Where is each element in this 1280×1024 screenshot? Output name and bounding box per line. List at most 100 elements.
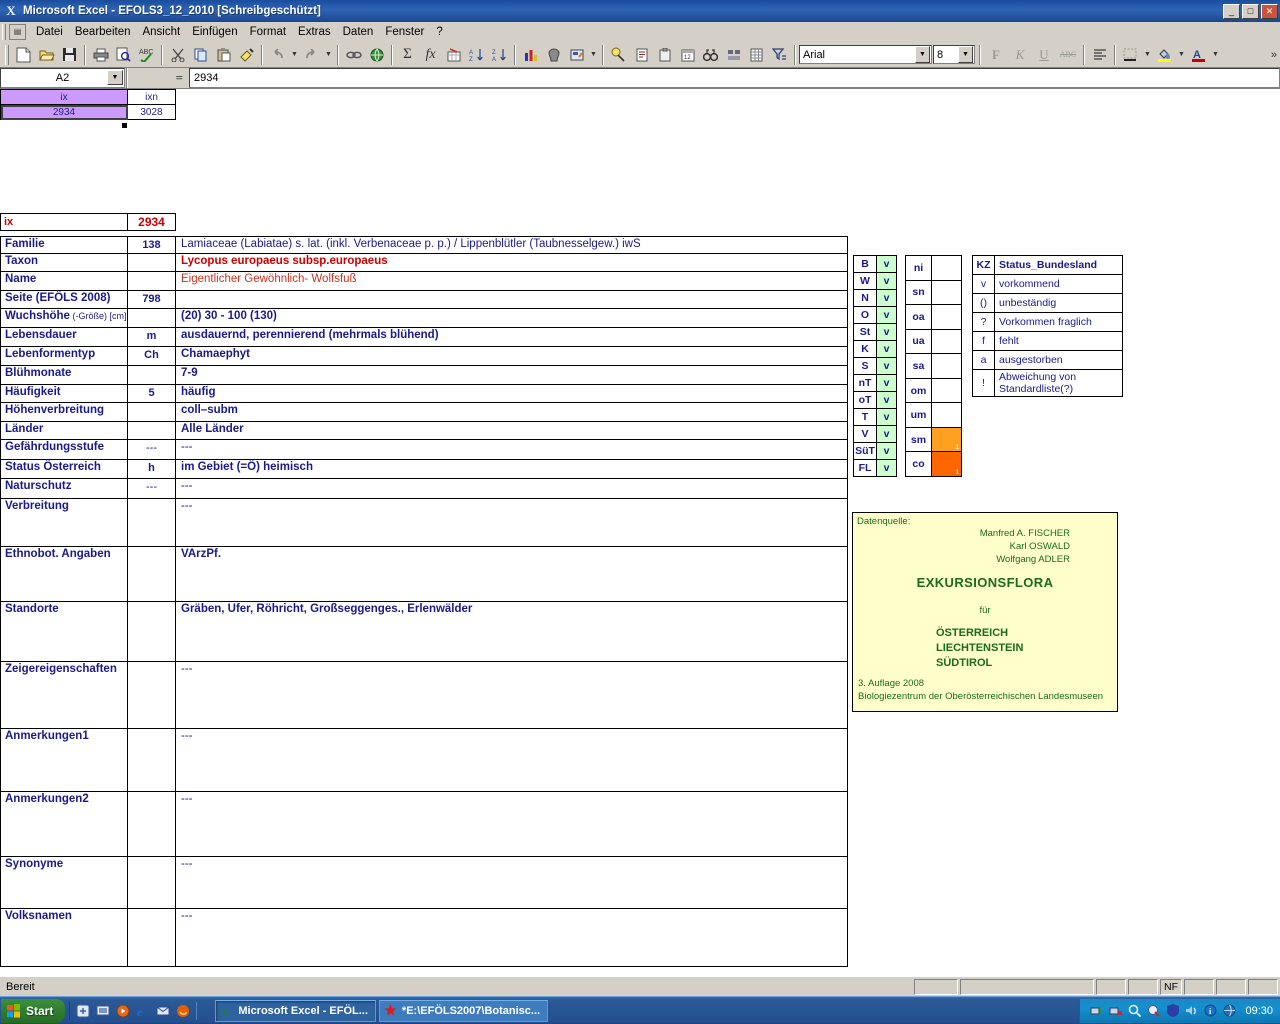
borders-icon[interactable] bbox=[1119, 44, 1142, 66]
taskbar-button-efoels2007[interactable]: *E:\EFÖLS2007\Botanisc... bbox=[378, 999, 549, 1022]
row-value-cell[interactable]: VArzPf. bbox=[175, 546, 848, 602]
ixn-value-cell[interactable]: 3028 bbox=[127, 104, 176, 120]
row-label-cell[interactable]: Häufigkeit bbox=[0, 384, 128, 403]
bundesland-status-cell[interactable]: v bbox=[876, 459, 897, 477]
row-value-cell[interactable]: Lamiaceae (Labiatae) s. lat. (inkl. Verb… bbox=[175, 236, 848, 254]
drawing-icon[interactable] bbox=[542, 44, 565, 66]
row-value-cell[interactable]: Chamaephyt bbox=[175, 346, 848, 366]
bundesland-status-cell[interactable]: v bbox=[876, 272, 897, 290]
borders-dropdown-arrow-icon[interactable]: ▼ bbox=[1142, 44, 1153, 66]
row-code-cell[interactable]: --- bbox=[127, 478, 176, 499]
row-value-cell[interactable]: Lycopus europaeus subsp.europaeus bbox=[175, 253, 848, 272]
region-status-cell[interactable] bbox=[931, 402, 962, 428]
row-label-cell[interactable]: Synonyme bbox=[0, 856, 128, 909]
row-value-cell[interactable]: Gräben, Ufer, Röhricht, Großseggenges., … bbox=[175, 601, 848, 662]
bundesland-code-cell[interactable]: FL bbox=[853, 459, 877, 477]
underline-button[interactable]: U bbox=[1032, 44, 1056, 66]
name-box[interactable]: A2 ▼ bbox=[0, 68, 125, 88]
bundesland-code-cell[interactable]: S bbox=[853, 357, 877, 375]
network-icon[interactable] bbox=[1089, 1003, 1104, 1018]
menu-ansicht[interactable]: Ansicht bbox=[136, 24, 186, 40]
format-painter-icon[interactable] bbox=[235, 44, 258, 66]
paste-icon[interactable] bbox=[212, 44, 235, 66]
region-status-cell[interactable]: 1 bbox=[931, 451, 962, 477]
row-label-cell[interactable]: Anmerkungen1 bbox=[0, 728, 128, 792]
menu-extras[interactable]: Extras bbox=[292, 24, 337, 40]
row-value-cell[interactable]: --- bbox=[175, 478, 848, 499]
row-value-cell[interactable]: --- bbox=[175, 908, 848, 967]
find-binoculars-icon[interactable] bbox=[699, 44, 722, 66]
paste-function-icon[interactable] bbox=[442, 44, 465, 66]
ix-label-cell[interactable]: ix bbox=[0, 213, 128, 231]
row-label-cell[interactable]: Seite (EFÖLS 2008) bbox=[0, 290, 128, 309]
firefox-icon[interactable] bbox=[174, 1002, 192, 1020]
spellcheck-icon[interactable]: ABC bbox=[135, 44, 158, 66]
font-color-icon[interactable]: A bbox=[1187, 44, 1210, 66]
row-value-cell[interactable]: 7-9 bbox=[175, 365, 848, 385]
globe-icon[interactable] bbox=[1222, 1003, 1237, 1018]
region-status-cell[interactable] bbox=[931, 328, 962, 355]
bundesland-status-cell[interactable]: v bbox=[876, 408, 897, 426]
font-name-combo[interactable]: Arial ▼ bbox=[799, 45, 932, 64]
row-value-cell[interactable]: --- bbox=[175, 439, 848, 460]
bundesland-code-cell[interactable]: B bbox=[853, 255, 877, 273]
font-size-dropdown-icon[interactable]: ▼ bbox=[958, 46, 973, 63]
menu-einfuegen[interactable]: Einfügen bbox=[186, 24, 243, 40]
formula-input[interactable]: 2934 bbox=[189, 68, 1280, 88]
info-icon[interactable]: i bbox=[1203, 1003, 1218, 1018]
ix-value-cell[interactable]: 2934 bbox=[127, 213, 176, 231]
row-value-cell[interactable]: --- bbox=[175, 498, 848, 547]
row-label-cell[interactable]: Lebensdauer bbox=[0, 327, 128, 347]
row-value-cell[interactable]: Alle Länder bbox=[175, 421, 848, 440]
bundesland-code-cell[interactable]: W bbox=[853, 272, 877, 290]
row-value-cell[interactable]: --- bbox=[175, 661, 848, 729]
row-label-cell[interactable]: Lebenformentyp bbox=[0, 346, 128, 366]
name-box-dropdown-icon[interactable]: ▼ bbox=[107, 70, 123, 85]
toolbar-more-arrow-icon[interactable]: ▼ bbox=[588, 44, 599, 66]
bundesland-status-cell[interactable]: v bbox=[876, 442, 897, 460]
ixn-header-cell[interactable]: ixn bbox=[127, 89, 176, 105]
row-label-cell[interactable]: Blühmonate bbox=[0, 365, 128, 385]
row-code-cell[interactable]: --- bbox=[127, 439, 176, 460]
menu-daten[interactable]: Daten bbox=[337, 24, 380, 40]
save-icon[interactable] bbox=[58, 44, 81, 66]
bundesland-status-cell[interactable]: v bbox=[876, 323, 897, 341]
redo-dropdown-arrow-icon[interactable]: ▼ bbox=[323, 44, 334, 66]
region-status-cell[interactable] bbox=[931, 304, 962, 330]
row-code-cell[interactable]: 138 bbox=[127, 236, 176, 254]
row-code-cell[interactable] bbox=[127, 402, 176, 422]
clipboard-icon[interactable] bbox=[653, 44, 676, 66]
row-label-cell[interactable]: Name bbox=[0, 271, 128, 291]
row-code-cell[interactable] bbox=[127, 421, 176, 440]
region-status-cell[interactable] bbox=[931, 353, 962, 379]
bundesland-code-cell[interactable]: SüT bbox=[853, 442, 877, 460]
region-status-cell[interactable]: 1 bbox=[931, 426, 962, 453]
row-code-cell[interactable] bbox=[127, 908, 176, 967]
region-status-cell[interactable] bbox=[931, 279, 962, 306]
menu-format[interactable]: Format bbox=[244, 24, 292, 40]
strikethrough-button[interactable]: ABC bbox=[1056, 44, 1080, 66]
bundesland-code-cell[interactable]: O bbox=[853, 306, 877, 324]
row-code-cell[interactable] bbox=[127, 601, 176, 662]
copy-icon[interactable] bbox=[189, 44, 212, 66]
font-name-dropdown-icon[interactable]: ▼ bbox=[915, 46, 930, 63]
row-label-cell[interactable]: Taxon bbox=[0, 253, 128, 272]
minimize-button[interactable]: _ bbox=[1223, 3, 1240, 19]
row-label-cell[interactable]: Gefährdungsstufe bbox=[0, 439, 128, 460]
insert-function-icon[interactable]: fx bbox=[419, 44, 442, 66]
region-status-cell[interactable] bbox=[931, 255, 962, 281]
row-value-cell[interactable]: Eigentlicher Gewöhnlich- Wolfsfuß bbox=[175, 271, 848, 291]
print-preview-icon[interactable] bbox=[112, 44, 135, 66]
row-code-cell[interactable] bbox=[127, 791, 176, 857]
bundesland-status-cell[interactable]: v bbox=[876, 374, 897, 392]
bundesland-status-cell[interactable]: v bbox=[876, 306, 897, 324]
bundesland-status-cell[interactable]: v bbox=[876, 289, 897, 307]
sort-descending-icon[interactable]: ZA bbox=[488, 44, 511, 66]
media-icon[interactable] bbox=[94, 1002, 112, 1020]
close-button[interactable]: ✕ bbox=[1261, 3, 1278, 19]
italic-button[interactable]: K bbox=[1008, 44, 1032, 66]
region-code-cell[interactable]: co bbox=[905, 451, 932, 477]
redo-icon[interactable] bbox=[300, 44, 323, 66]
bundesland-code-cell[interactable]: St bbox=[853, 323, 877, 341]
menu-bearbeiten[interactable]: Bearbeiten bbox=[69, 24, 137, 40]
